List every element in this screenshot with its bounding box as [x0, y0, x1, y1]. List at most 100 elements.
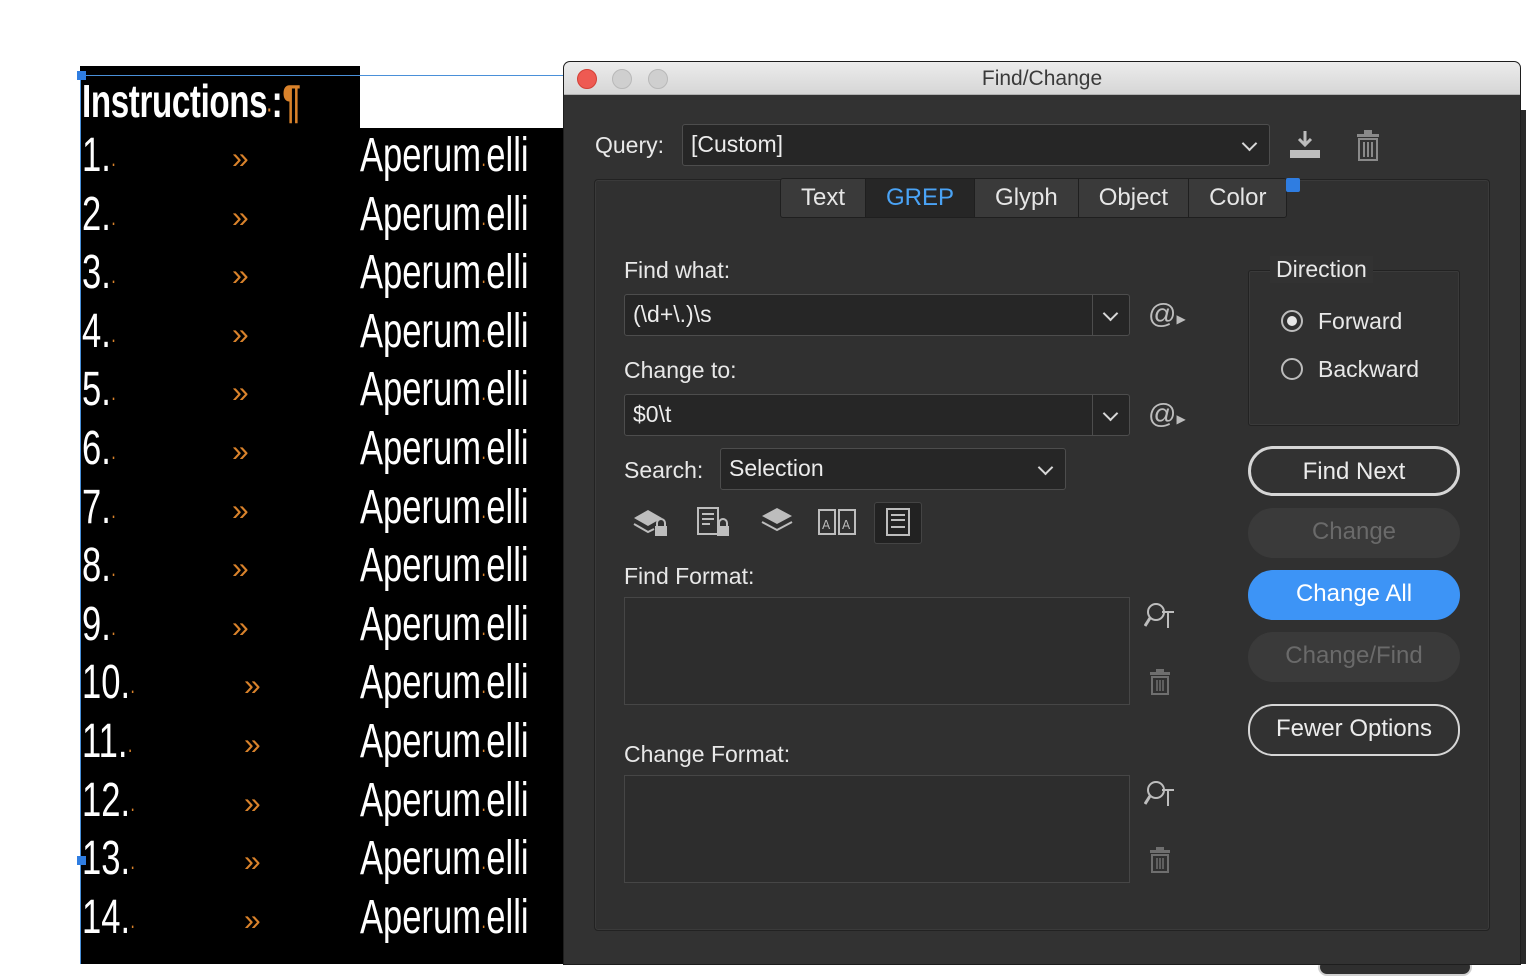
- find-what-input[interactable]: (\d+\.)\s: [624, 294, 1130, 336]
- list-text: Aperum·elli: [360, 714, 529, 769]
- find-change-dialog: Find/Change Query: [Custom] Text GREP Gl…: [564, 62, 1520, 964]
- frame-handle-left-mid[interactable]: [77, 856, 86, 865]
- tab-object[interactable]: Object: [1079, 179, 1190, 217]
- list-text-tail: elli: [486, 656, 529, 710]
- list-text-word: Aperum: [360, 480, 482, 534]
- include-master-pages-icon[interactable]: AA: [814, 502, 860, 542]
- list-item: 14.·» Aperum·elli: [80, 890, 566, 948]
- list-number: 8.·: [82, 538, 116, 593]
- tab-marker: »: [244, 728, 261, 761]
- list-text-word: Aperum: [360, 129, 482, 182]
- at-icon: @: [1148, 298, 1177, 329]
- find-format-label: Find Format:: [624, 563, 755, 589]
- tab-marker: »: [232, 610, 249, 644]
- save-query-icon[interactable]: [1288, 128, 1322, 167]
- list-text-tail: elli: [486, 832, 529, 886]
- list-number-text: 4.: [82, 304, 111, 358]
- space-marker: ·: [110, 268, 117, 294]
- frame-handle-top-left[interactable]: [77, 71, 86, 80]
- special-characters-change-icon[interactable]: @▶: [1148, 398, 1186, 430]
- change-to-dropdown[interactable]: [1092, 395, 1129, 435]
- list-item: 5.·» Aperum·elli: [80, 362, 566, 420]
- tab-marker: »: [232, 142, 249, 175]
- clear-find-format-icon[interactable]: [1148, 668, 1172, 703]
- direction-label: Direction: [1270, 256, 1373, 283]
- search-scope-value: Selection: [729, 455, 824, 481]
- tab-glyph[interactable]: Glyph: [975, 179, 1079, 217]
- change-button[interactable]: Change: [1248, 508, 1460, 558]
- find-next-button[interactable]: Find Next: [1248, 446, 1460, 496]
- query-select[interactable]: [Custom]: [682, 124, 1270, 166]
- list-text-word: Aperum: [360, 890, 482, 944]
- space-marker: ·: [110, 502, 117, 528]
- space-marker: ·: [110, 151, 117, 176]
- find-format-box[interactable]: [624, 597, 1130, 705]
- fewer-options-button[interactable]: Fewer Options: [1248, 704, 1460, 756]
- tab-marker: »: [244, 786, 261, 820]
- list-text-word: Aperum: [360, 656, 482, 710]
- change-format-box[interactable]: [624, 775, 1130, 883]
- list-text-tail: elli: [486, 539, 529, 593]
- tab-marker: »: [232, 200, 249, 234]
- list-text: Aperum·elli: [360, 831, 529, 886]
- query-value: [Custom]: [691, 131, 784, 157]
- list-text-word: Aperum: [360, 597, 482, 651]
- change-to-input[interactable]: $0\t: [624, 394, 1130, 436]
- include-locked-stories-icon[interactable]: [692, 502, 738, 542]
- dialog-titlebar[interactable]: Find/Change: [564, 62, 1520, 95]
- list-item: 4.·» Aperum·elli: [80, 304, 566, 362]
- document-heading[interactable]: Instructions·:¶: [82, 74, 301, 128]
- find-what-value: (\d+\.)\s: [633, 301, 712, 327]
- list-item: 3.·» Aperum·elli: [80, 245, 566, 303]
- list-item: 10.·» Aperum·elli: [80, 655, 566, 713]
- list-text-word: Aperum: [360, 304, 482, 358]
- list-text-tail: elli: [486, 246, 529, 300]
- tab-color[interactable]: Color: [1189, 179, 1286, 217]
- list-text-tail: elli: [486, 890, 529, 944]
- list-number: 7.·: [82, 480, 116, 535]
- text-frame[interactable]: 1.·» Aperum·elli 2.·» Aperum·elli 3.·» Aperum…: [80, 128, 566, 964]
- list-text: Aperum·elli: [360, 655, 529, 710]
- include-hidden-layers-icon[interactable]: [754, 502, 800, 542]
- include-locked-layers-icon[interactable]: [628, 502, 674, 542]
- tab-marker: »: [232, 435, 249, 468]
- space-marker: ·: [110, 561, 117, 587]
- list-text-tail: elli: [486, 715, 529, 768]
- list-number-text: 5.: [82, 363, 111, 417]
- forward-radio[interactable]: [1281, 310, 1303, 332]
- tab-marker: »: [232, 552, 249, 586]
- list-number-text: 9.: [82, 597, 111, 651]
- tab-text[interactable]: Text: [781, 179, 867, 217]
- list-text: Aperum·elli: [360, 362, 529, 417]
- list-text: Aperum·elli: [360, 187, 529, 242]
- change-all-button[interactable]: Change All: [1248, 570, 1460, 620]
- specify-find-format-icon[interactable]: [1143, 600, 1178, 639]
- list-text-tail: elli: [486, 304, 529, 358]
- list-number-text: 7.: [82, 480, 111, 534]
- backward-label[interactable]: Backward: [1318, 356, 1419, 383]
- chevron-down-icon: [1102, 305, 1119, 322]
- list-text: Aperum·elli: [360, 773, 529, 828]
- list-number-text: 11.: [82, 715, 128, 768]
- search-scope-select[interactable]: Selection: [720, 448, 1066, 490]
- tab-grep[interactable]: GREP: [866, 179, 976, 217]
- clear-change-format-icon[interactable]: [1148, 846, 1172, 881]
- list-number: 2.·: [82, 187, 116, 242]
- backward-radio[interactable]: [1281, 358, 1303, 380]
- list-text: Aperum·elli: [360, 421, 529, 476]
- specify-change-format-icon[interactable]: [1143, 778, 1178, 817]
- direction-group: [1248, 270, 1460, 426]
- delete-query-icon[interactable]: [1354, 128, 1382, 169]
- list-number: 14.·: [82, 890, 135, 945]
- special-characters-find-icon[interactable]: @▶: [1148, 298, 1186, 330]
- tab-marker: »: [244, 669, 261, 703]
- change-find-button[interactable]: Change/Find: [1248, 632, 1460, 682]
- list-number: 6.·: [82, 421, 116, 476]
- find-what-dropdown[interactable]: [1092, 295, 1129, 335]
- list-text-word: Aperum: [360, 832, 482, 886]
- list-number: 13.·: [82, 831, 135, 886]
- include-footnotes-icon[interactable]: [874, 502, 922, 544]
- forward-label[interactable]: Forward: [1318, 308, 1402, 335]
- list-text-word: Aperum: [360, 715, 482, 768]
- space-marker: ·: [110, 444, 117, 469]
